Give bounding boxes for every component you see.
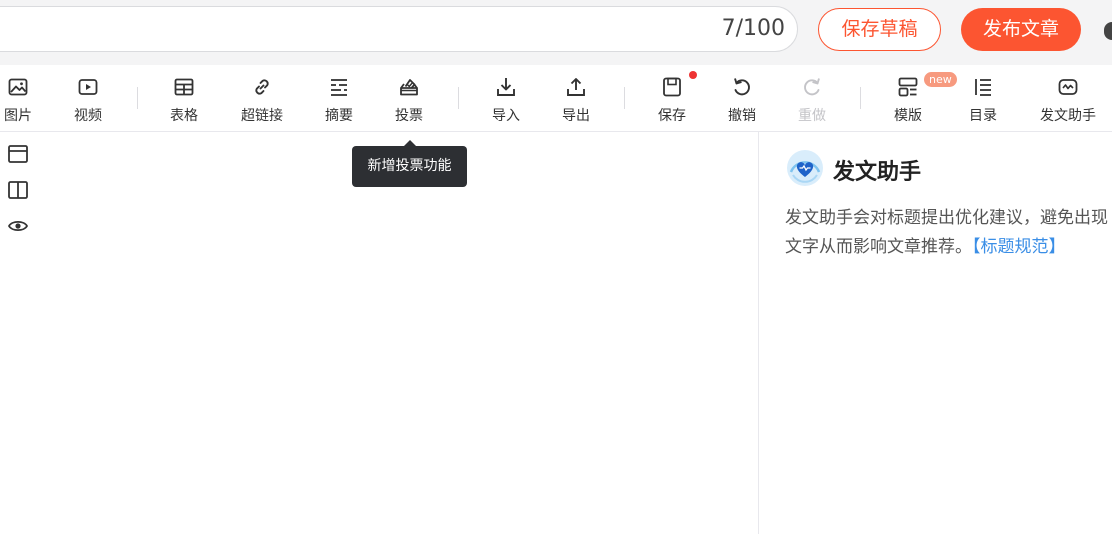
toolbar-export-button[interactable]: 导出 <box>544 75 608 127</box>
toolbar-toc-label: 目录 <box>969 108 997 124</box>
toolbar-summary-button[interactable]: 摘要 <box>307 75 371 127</box>
toolbar-undo-label: 撤销 <box>728 108 756 124</box>
title-rules-link[interactable]: 【标题规范】 <box>972 237 1066 257</box>
title-input[interactable]: 7/100 <box>0 6 798 52</box>
import-icon <box>497 78 515 96</box>
table-icon <box>174 78 194 96</box>
toolbar-divider <box>860 87 861 109</box>
vote-icon <box>400 79 418 96</box>
toolbar-link-button[interactable]: 超链接 <box>230 75 294 127</box>
toolbar-import-button[interactable]: 导入 <box>474 75 538 127</box>
avatar[interactable] <box>1104 22 1112 40</box>
tooltip-arrow <box>403 140 416 146</box>
toolbar-template-button[interactable]: new 模版 <box>876 72 957 127</box>
assistant-icon <box>1058 79 1078 95</box>
image-icon <box>8 78 28 96</box>
toolbar-save-label: 保存 <box>658 108 686 124</box>
vote-tooltip: 新增投票功能 <box>352 140 467 187</box>
assistant-text-line1: 发文助手会对标题提出优化建议，避免出现 <box>785 208 1108 228</box>
toolbar-assistant-button[interactable]: 发文助手 <box>1030 75 1106 127</box>
assistant-description: 发文助手会对标题提出优化建议，避免出现 文字从而影响文章推荐。【标题规范】 <box>785 204 1112 262</box>
toolbar-redo-button[interactable]: 重做 <box>780 75 844 127</box>
save-icon <box>663 77 681 97</box>
template-icon <box>898 77 918 97</box>
toolbar-save-button[interactable]: 保存 <box>640 71 704 127</box>
assistant-text-line2: 文字从而影响文章推荐。 <box>785 237 972 257</box>
toolbar-divider <box>624 87 625 109</box>
layout-single-icon[interactable] <box>7 143 29 165</box>
layout-split-icon[interactable] <box>7 179 29 201</box>
toolbar-export-label: 导出 <box>562 108 590 124</box>
assistant-logo-icon <box>787 150 823 186</box>
toolbar-undo-button[interactable]: 撤销 <box>710 75 774 127</box>
tooltip-text: 新增投票功能 <box>367 158 452 174</box>
video-icon <box>78 79 98 95</box>
editor-toolbar: 图片 视频 表格 超链接 摘要 投票 导入 导出 保存 撤销 重做 new 模版… <box>0 65 1112 132</box>
toolbar-image-button[interactable]: 图片 <box>0 75 50 127</box>
toolbar-vote-label: 投票 <box>395 108 423 124</box>
assistant-panel: 发文助手 发文助手会对标题提出优化建议，避免出现 文字从而影响文章推荐。【标题规… <box>758 132 1112 534</box>
toolbar-video-button[interactable]: 视频 <box>56 75 120 127</box>
summary-icon <box>331 79 347 96</box>
redo-icon <box>804 78 820 96</box>
toolbar-import-label: 导入 <box>492 108 520 124</box>
export-icon <box>567 78 585 96</box>
assistant-title: 发文助手 <box>833 160 922 185</box>
toolbar-table-label: 表格 <box>170 108 198 124</box>
toolbar-image-label: 图片 <box>4 108 32 124</box>
undo-icon <box>734 78 750 96</box>
toolbar-video-label: 视频 <box>74 108 102 124</box>
toolbar-divider <box>458 87 459 109</box>
publish-button[interactable]: 发布文章 <box>961 8 1081 51</box>
toc-icon <box>975 79 991 96</box>
toolbar-redo-label: 重做 <box>798 108 826 124</box>
toolbar-summary-label: 摘要 <box>325 108 353 124</box>
preview-eye-icon[interactable] <box>7 215 29 237</box>
toolbar-template-label: 模版 <box>894 108 922 124</box>
toolbar-vote-button[interactable]: 投票 <box>377 75 441 127</box>
toolbar-toc-button[interactable]: 目录 <box>951 75 1015 127</box>
assistant-text-line2-wrap: 文字从而影响文章推荐。【标题规范】 <box>785 233 1112 262</box>
toolbar-divider <box>137 87 138 109</box>
title-char-counter: 7/100 <box>721 16 785 41</box>
editor-header: 7/100 保存草稿 发布文章 <box>0 0 1112 65</box>
save-draft-button[interactable]: 保存草稿 <box>818 8 941 51</box>
unsaved-dot <box>689 71 697 79</box>
toolbar-assistant-label: 发文助手 <box>1040 108 1096 124</box>
link-icon <box>255 79 269 95</box>
toolbar-table-button[interactable]: 表格 <box>152 75 216 127</box>
toolbar-link-label: 超链接 <box>241 108 283 124</box>
